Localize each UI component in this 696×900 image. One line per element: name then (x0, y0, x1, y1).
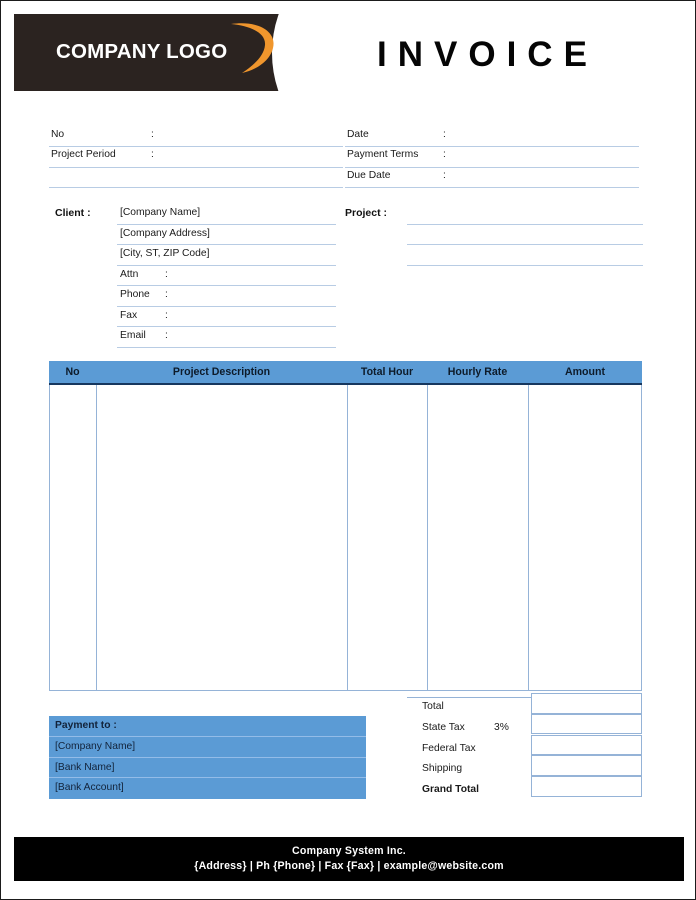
meta-field-row[interactable]: Project Period: (49, 147, 343, 168)
totals-row-label: Total (422, 701, 444, 712)
table-column-header: Total Hour (360, 366, 414, 378)
table-header-row: No Project Description Total Hour Hourly Ra… (49, 361, 642, 385)
totals-row-value-box[interactable] (531, 693, 642, 714)
table-column-divider (528, 385, 529, 690)
meta-field-label: Project Period (51, 149, 116, 161)
invoice-page: COMPANY LOGO INVOICE No: Project Period: … (0, 0, 696, 900)
table-column-header: Project Description (172, 366, 271, 378)
table-column-divider (96, 385, 97, 690)
client-field-label: Attn (120, 268, 139, 280)
meta-field-colon: : (151, 129, 154, 140)
totals-row-label: Shipping (422, 763, 463, 775)
payment-row-text: [Bank Name] (55, 761, 115, 773)
line-items-table: No Project Description Total Hour Hourly Ra… (49, 361, 642, 693)
meta-field-label: No (51, 129, 65, 140)
table-column-header: Hourly Rate (447, 366, 508, 378)
client-field-row[interactable]: [Company Name] (117, 204, 336, 225)
meta-field-label: Payment Terms (347, 149, 419, 161)
table-column-header: Amount (564, 366, 605, 378)
client-field-colon: : (165, 289, 168, 300)
totals-block: Total State Tax 3% Federal Tax Shipping Grand… (407, 693, 642, 801)
payment-row-text: [Company Name] (55, 740, 136, 752)
table-left-border (49, 385, 50, 690)
payment-row[interactable]: [Bank Name] (49, 758, 366, 779)
client-field-colon: : (165, 309, 168, 321)
invoice-meta-fields: No: Project Period: Date: Payment Terms: Du… (49, 127, 643, 189)
payment-row[interactable]: [Company Name] (49, 737, 366, 758)
client-label: Client : (55, 207, 91, 219)
logo-swoosh-icon (231, 23, 274, 74)
table-column-divider (427, 385, 428, 690)
totals-row-value-box[interactable] (531, 713, 642, 735)
project-field-row[interactable] (407, 245, 643, 266)
meta-field-row[interactable]: Due Date: (345, 168, 639, 188)
totals-row: Grand Total (407, 776, 642, 801)
project-field-row[interactable] (407, 204, 643, 225)
totals-row-label: Federal Tax (422, 742, 476, 754)
totals-row-value-box[interactable] (531, 776, 642, 797)
meta-field-label: Date (347, 129, 369, 140)
totals-row-percent: 3% (494, 721, 509, 733)
company-logo-text: COMPANY LOGO (56, 40, 228, 63)
client-field-colon: : (165, 268, 168, 280)
client-field-label: [Company Address] (120, 227, 210, 239)
client-field-row[interactable]: [Company Address] (117, 225, 336, 245)
payment-row-text: [Bank Account] (55, 782, 124, 794)
client-field-row[interactable]: Phone: (117, 286, 336, 307)
page-title: INVOICE (377, 35, 598, 74)
client-field-row[interactable]: Email: (117, 327, 336, 348)
client-field-label: [City, ST, ZIP Code] (120, 248, 210, 259)
meta-field-row[interactable]: Date: (345, 127, 639, 148)
meta-field-label: Due Date (347, 169, 391, 181)
meta-field-row[interactable] (49, 168, 343, 188)
meta-field-colon: : (443, 149, 446, 161)
table-body[interactable] (49, 385, 642, 691)
project-field-row[interactable] (407, 225, 643, 245)
table-column-header: No (65, 366, 80, 378)
project-fields (407, 204, 643, 266)
footer-contact-line: {Address} | Ph {Phone} | Fax {Fax} | exa… (194, 860, 504, 872)
client-field-label: [Company Name] (120, 207, 201, 218)
payment-row[interactable]: [Bank Account] (49, 778, 366, 799)
payment-row[interactable]: Payment to : (49, 716, 366, 737)
project-label: Project : (345, 207, 388, 219)
client-field-row[interactable]: Fax: (117, 307, 336, 327)
banner-curve-cutout (272, 14, 354, 91)
meta-field-colon: : (443, 169, 446, 181)
table-column-divider (347, 385, 348, 690)
totals-row-label: Grand Total (422, 784, 480, 796)
client-fields: [Company Name] [Company Address] [City, ST… (117, 204, 336, 348)
meta-field-row[interactable]: No: (49, 127, 343, 148)
meta-field-row[interactable]: Payment Terms: (345, 147, 639, 168)
totals-row-value-box[interactable] (531, 734, 642, 756)
meta-field-colon: : (151, 149, 154, 161)
client-field-row[interactable]: Attn: (117, 266, 336, 286)
client-field-colon: : (165, 330, 168, 341)
client-field-label: Fax (120, 309, 138, 321)
client-field-label: Email (120, 330, 146, 341)
client-field-row[interactable]: [City, ST, ZIP Code] (117, 245, 336, 266)
meta-field-colon: : (443, 129, 446, 140)
payment-row-text: Payment to : (55, 720, 117, 731)
totals-row-label: State Tax (422, 721, 465, 733)
totals-row-value-box[interactable] (531, 755, 642, 776)
meta-fields-right: Date: Payment Terms: Due Date: (345, 127, 639, 188)
table-right-border (641, 385, 642, 690)
logo-banner: COMPANY LOGO (14, 14, 354, 91)
payment-to-block: Payment to : [Company Name] [Bank Name] [Ba… (49, 716, 366, 800)
client-field-label: Phone (120, 289, 150, 300)
meta-fields-left: No: Project Period: (49, 127, 343, 188)
page-footer: Company System Inc. {Address} | Ph {Phon… (14, 837, 684, 881)
footer-company-name: Company System Inc. (292, 845, 406, 857)
